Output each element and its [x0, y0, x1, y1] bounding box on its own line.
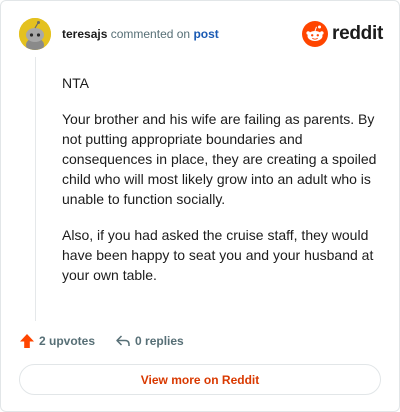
reddit-logo[interactable]: reddit: [302, 21, 383, 47]
reply-arrow-icon: [116, 335, 130, 346]
comment-header: teresajs commented on post reddit: [19, 17, 383, 51]
comment-actions: 2 upvotes 0 replies: [19, 331, 184, 351]
view-more-button[interactable]: View more on Reddit: [19, 364, 381, 395]
reddit-wordmark: reddit: [332, 23, 383, 44]
upvote-arrow-icon: [20, 334, 34, 348]
comment-body: NTA Your brother and his wife are failin…: [62, 73, 380, 301]
action-text: commented on: [110, 27, 191, 41]
embedded-comment-card: teresajs commented on post reddit NTA Yo…: [0, 0, 400, 412]
comment-meta: teresajs commented on post: [62, 27, 219, 41]
replies-button[interactable]: 0 replies: [115, 333, 184, 349]
reddit-logo-icon: [302, 21, 329, 47]
upvote-count: 2 upvotes: [39, 334, 96, 348]
comment-paragraph: Also, if you had asked the cruise staff,…: [62, 227, 374, 283]
comment-paragraph: Your brother and his wife are failing as…: [62, 111, 377, 207]
username-link[interactable]: teresajs: [62, 27, 107, 41]
reply-count: 0 replies: [135, 334, 184, 348]
comment-paragraph: NTA: [62, 75, 89, 91]
post-link[interactable]: post: [193, 27, 218, 41]
upvote-button[interactable]: 2 upvotes: [19, 333, 95, 349]
snoo-avatar-icon[interactable]: [19, 18, 51, 50]
thread-line: [35, 57, 36, 321]
